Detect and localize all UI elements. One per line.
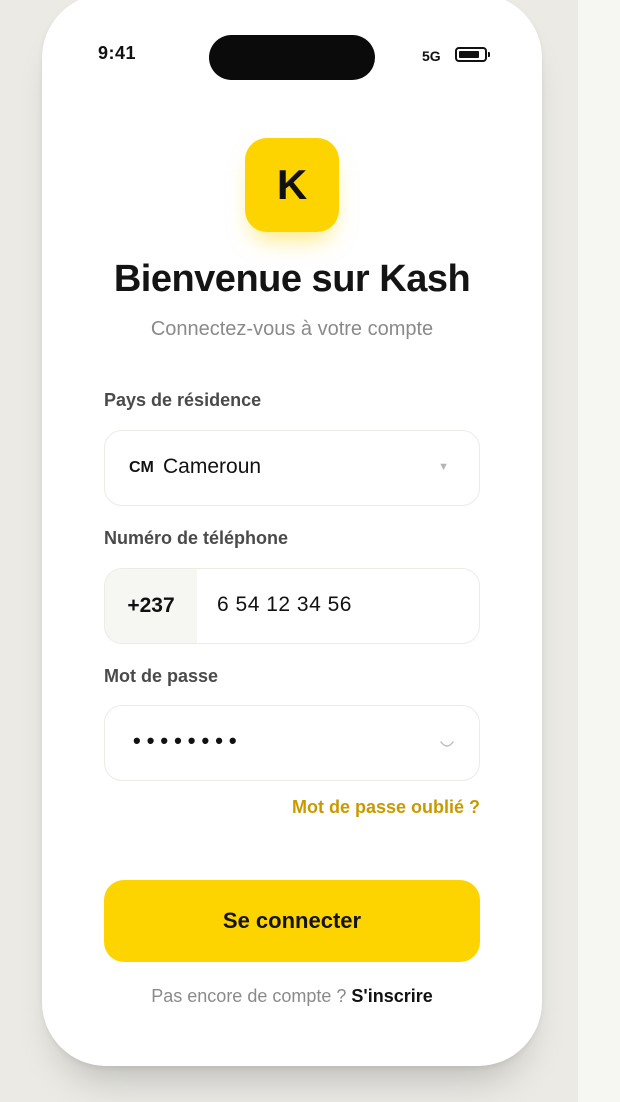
login-button[interactable]: Se connecter — [104, 880, 480, 962]
phone-prefix-value: +237 — [127, 594, 175, 617]
password-input[interactable]: •••••••• — [133, 728, 243, 754]
dynamic-island — [209, 35, 375, 80]
status-bar: 9:41 5G — [42, 0, 542, 94]
country-label: Pays de résidence — [104, 390, 262, 410]
page-subtitle: Connectez-vous à votre compte — [150, 318, 434, 340]
country-select[interactable]: CM Cameroun ▼ — [104, 430, 480, 506]
password-field[interactable]: •••••••• — [104, 705, 480, 781]
page-title: Bienvenue sur Kash — [113, 258, 471, 300]
phone-frame: 9:41 5G K Bienvenue sur Kash Connectez-v… — [42, 0, 542, 1066]
password-label: Mot de passe — [104, 666, 219, 686]
background-strip — [578, 0, 620, 1102]
signup-prompt-text: Pas encore de compte ? — [151, 986, 347, 1006]
logo-letter: K — [276, 161, 308, 208]
signup-prompt: Pas encore de compte ? S'inscrire — [42, 986, 542, 1007]
battery-icon — [455, 47, 487, 62]
phone-prefix[interactable]: +237 — [105, 569, 197, 643]
signup-link[interactable]: S'inscrire — [351, 986, 432, 1006]
phone-input[interactable]: 6 54 12 34 56 — [217, 593, 352, 617]
network-indicator: 5G — [422, 48, 441, 64]
country-value: Cameroun — [163, 455, 262, 478]
eye-icon[interactable] — [439, 736, 455, 752]
forgot-password-link[interactable]: Mot de passe oublié ? — [292, 797, 480, 818]
phone-label: Numéro de téléphone — [104, 528, 289, 548]
status-time: 9:41 — [98, 43, 137, 63]
phone-field[interactable]: +237 6 54 12 34 56 — [104, 568, 480, 644]
app-logo: K — [245, 138, 339, 232]
battery-cap — [488, 52, 490, 57]
country-code: CM — [129, 459, 154, 476]
chevron-down-icon: ▼ — [438, 461, 449, 473]
battery-level — [459, 51, 479, 58]
